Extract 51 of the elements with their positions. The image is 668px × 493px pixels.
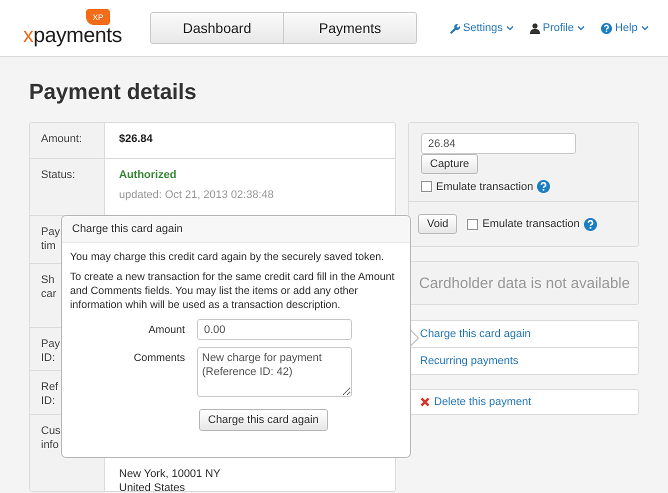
status-value: Authorized bbox=[119, 168, 178, 182]
checkbox-label: Emulate transaction bbox=[482, 218, 580, 230]
charge-button[interactable]: Charge this card again bbox=[199, 409, 328, 431]
void-button[interactable]: Void bbox=[418, 214, 458, 234]
row-label: car bbox=[41, 287, 56, 301]
checkbox[interactable] bbox=[467, 218, 478, 230]
help-icon[interactable] bbox=[537, 180, 550, 193]
row-label: ID: bbox=[41, 351, 56, 365]
popover-title: Charge this card again bbox=[62, 216, 410, 243]
caret-icon bbox=[506, 25, 514, 31]
checkbox[interactable] bbox=[421, 181, 432, 192]
updated-time: updated: Oct 21, 2013 02:38:48 bbox=[119, 188, 274, 202]
row-label: Sh bbox=[41, 273, 54, 287]
menu-link[interactable]: Help bbox=[600, 22, 649, 34]
field-label: Comments bbox=[132, 351, 185, 366]
address-line: New York, 10001 NY bbox=[119, 467, 221, 481]
logo-tag: XP bbox=[86, 9, 110, 25]
caret-icon bbox=[576, 25, 585, 31]
amount-value: $26.84 bbox=[119, 132, 153, 146]
amount-field[interactable]: 26.84 bbox=[421, 133, 576, 154]
user-icon bbox=[530, 22, 540, 34]
cardholder-note: Cardholder data is not available bbox=[408, 261, 639, 305]
close-icon bbox=[420, 397, 430, 407]
comments-field[interactable]: New charge for payment (Reference ID: 42) bbox=[197, 347, 352, 397]
wrench-icon bbox=[449, 22, 460, 34]
menu-link[interactable]: Settings bbox=[449, 22, 514, 34]
nav-tab[interactable]: Dashboard bbox=[151, 13, 283, 43]
logo-text: xpayments bbox=[23, 25, 122, 47]
checkbox-label: Emulate transaction bbox=[436, 180, 534, 192]
row-label: Status: bbox=[41, 168, 76, 182]
nav-tab[interactable]: Payments bbox=[283, 13, 416, 43]
delete-link[interactable]: Delete this payment bbox=[420, 396, 532, 408]
popover-text: To create a new transaction for the same credit card fill in the Amount and Comments fields. You may list the items or add any other information whih will be used as a transaction description. bbox=[70, 270, 396, 312]
row-label: Amount: bbox=[41, 132, 82, 146]
address-line: United States bbox=[119, 481, 186, 491]
row-label: info bbox=[41, 438, 59, 452]
row-label: Cus bbox=[41, 424, 61, 438]
amount-field[interactable]: 0.00 bbox=[197, 319, 352, 340]
page-title: Payment details bbox=[29, 78, 198, 106]
row-label: tim bbox=[41, 239, 56, 253]
capture-button[interactable]: Capture bbox=[421, 154, 478, 174]
row-label: Pay bbox=[41, 337, 60, 351]
row-label: ID: bbox=[41, 394, 56, 408]
caret-icon bbox=[640, 25, 649, 31]
help-icon bbox=[600, 22, 612, 34]
popover-text: You may charge this credit card again by the securely saved token. bbox=[70, 250, 386, 264]
row-label: Pay bbox=[41, 225, 60, 239]
field-label: Amount bbox=[147, 323, 185, 338]
row-label: Ref bbox=[41, 380, 58, 394]
menu-link[interactable]: Profile bbox=[530, 22, 585, 34]
help-icon[interactable] bbox=[584, 218, 597, 230]
